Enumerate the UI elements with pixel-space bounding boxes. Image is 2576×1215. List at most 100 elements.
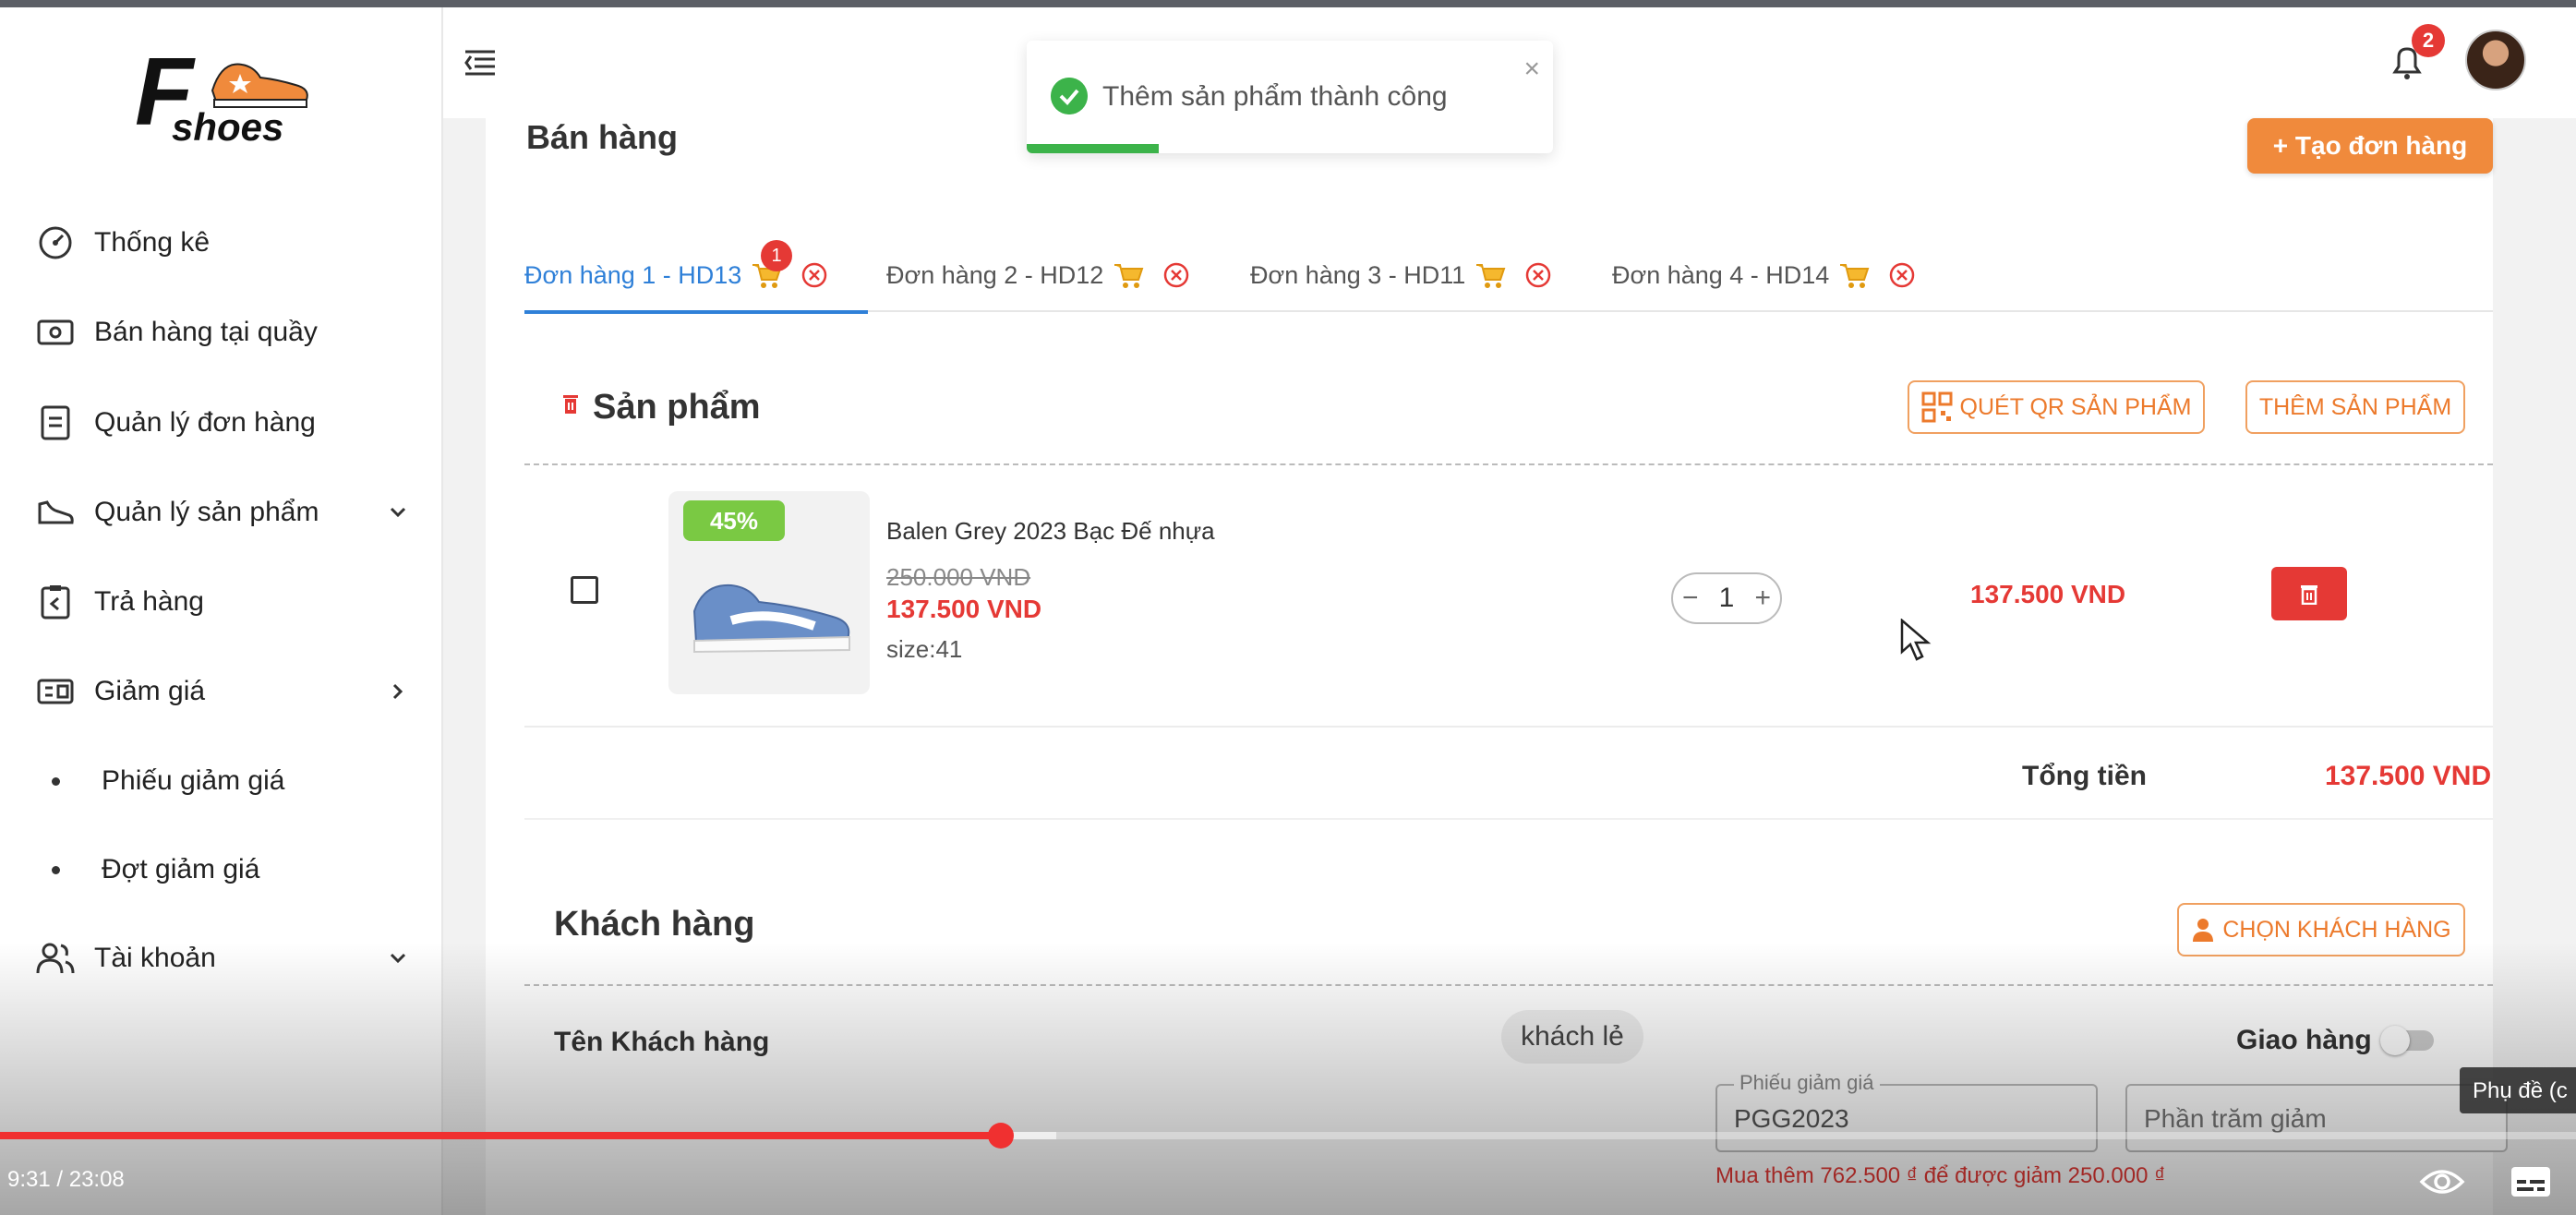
sidebar-item-label: Tài khoản: [94, 943, 216, 973]
close-tab-icon[interactable]: [1888, 261, 1916, 289]
discount-badge: 45%: [683, 500, 785, 541]
document-icon: [35, 403, 76, 443]
video-time: 9:31 / 23:08: [7, 1167, 125, 1192]
scan-qr-label: QUÉT QR SẢN PHẨM: [1959, 393, 2192, 420]
sidebar: F shoes Thống kê Bán hàng tại quầy Quản …: [0, 7, 443, 1215]
customer-section-title: Khách hàng: [554, 905, 755, 944]
order-tabs: Đơn hàng 1 - HD13 1 Đơn hàng 2 - HD12 Đơ…: [524, 238, 2493, 314]
sidebar-item-label: Phiếu giảm giá: [102, 765, 285, 796]
sidebar-item-tra-hang[interactable]: Trả hàng: [0, 570, 443, 634]
sidebar-item-tai-khoan[interactable]: Tài khoản: [0, 926, 443, 991]
product-original-price: 250.000 VND: [886, 563, 1031, 591]
close-tab-icon[interactable]: [1162, 261, 1190, 289]
user-avatar[interactable]: [2465, 30, 2526, 90]
scan-qr-button[interactable]: QUÉT QR SẢN PHẨM: [1908, 380, 2205, 434]
person-icon: [2193, 919, 2214, 942]
product-thumbnail: 45%: [668, 491, 870, 694]
voucher-field[interactable]: Phiếu giảm giá: [1715, 1071, 2098, 1152]
sidebar-item-label: Bán hàng tại quầy: [94, 317, 318, 347]
promo-hint: Mua thêm 762.500 ₫ để được giảm 250.000 …: [1715, 1163, 2166, 1188]
shoe-icon: [35, 492, 76, 533]
chevron-right-icon: [392, 683, 403, 700]
product-row: 45% Balen Grey 2023 Bạc Đế nhựa 250.000 …: [524, 469, 2493, 728]
notification-badge: 2: [2412, 24, 2445, 57]
product-size: size:41: [886, 635, 963, 663]
tab-label: Đơn hàng 3 - HD11: [1250, 260, 1466, 289]
sidebar-item-label: Trả hàng: [94, 586, 204, 617]
choose-customer-button[interactable]: CHỌN KHÁCH HÀNG: [2177, 903, 2465, 956]
section-divider: [524, 984, 2493, 986]
order-total-row: Tổng tiền 137.500 VND: [524, 728, 2493, 820]
sidebar-item-label: Quản lý đơn hàng: [94, 407, 316, 438]
add-product-label: THÊM SẢN PHẨM: [2258, 393, 2452, 420]
sidebar-item-label: Thống kê: [94, 227, 211, 258]
products-section-title: Sản phẩm: [593, 388, 761, 427]
success-toast: Thêm sản phẩm thành công ×: [1027, 41, 1553, 153]
bullet-dot: [52, 776, 60, 786]
subtitles-tooltip: Phụ đề (c: [2460, 1067, 2576, 1113]
select-product-checkbox[interactable]: [571, 576, 598, 604]
delete-product-button[interactable]: [2271, 567, 2347, 620]
tab-order-3[interactable]: Đơn hàng 3 - HD11: [1250, 238, 1552, 312]
sidebar-subitem-phieu-giam-gia[interactable]: Phiếu giảm giá: [0, 749, 443, 813]
chevron-down-icon: [390, 953, 406, 964]
total-value: 137.500 VND: [2325, 761, 2492, 791]
seek-played: [0, 1132, 1002, 1139]
chevron-down-icon: [390, 507, 406, 518]
bullet-dot: [52, 865, 60, 874]
sidebar-item-quan-ly-don-hang[interactable]: Quản lý đơn hàng: [0, 391, 443, 455]
tab-order-4[interactable]: Đơn hàng 4 - HD14: [1612, 238, 1916, 312]
choose-customer-label: CHỌN KHÁCH HÀNG: [2222, 916, 2451, 943]
product-sale-price: 137.500 VND: [886, 595, 1042, 623]
tab-order-2[interactable]: Đơn hàng 2 - HD12: [886, 238, 1190, 312]
line-total: 137.500 VND: [1970, 580, 2126, 608]
tab-order-1[interactable]: Đơn hàng 1 - HD13 1: [524, 238, 868, 314]
tab-label: Đơn hàng 1 - HD13: [524, 260, 742, 289]
shipping-toggle[interactable]: [2380, 1026, 2434, 1055]
quantity-value[interactable]: 1: [1719, 583, 1735, 614]
sidebar-item-label: Giảm giá: [94, 676, 206, 706]
sidebar-item-ban-hang-tai-quay[interactable]: Bán hàng tại quầy: [0, 300, 443, 365]
trash-icon: [2301, 585, 2317, 605]
create-order-button[interactable]: + Tạo đơn hàng: [2247, 118, 2493, 174]
trash-small-icon: [563, 395, 578, 414]
brand-logo[interactable]: F shoes: [129, 44, 332, 155]
menu-toggle-icon[interactable]: [462, 44, 499, 81]
sidebar-item-label: Đợt giảm giá: [102, 854, 260, 884]
sidebar-item-quan-ly-san-pham[interactable]: Quản lý sản phẩm: [0, 480, 443, 545]
close-tab-icon[interactable]: [800, 261, 828, 289]
window-top-strip: [0, 0, 2576, 7]
subtitles-icon[interactable]: [2510, 1165, 2552, 1198]
sales-panel: Bán hàng + Tạo đơn hàng Đơn hàng 1 - HD1…: [486, 118, 2508, 1215]
users-icon: [35, 938, 76, 979]
percent-discount-field[interactable]: [2125, 1084, 2508, 1152]
sneaker-image: [692, 583, 850, 654]
total-label: Tổng tiền: [2022, 761, 2147, 791]
toast-message: Thêm sản phẩm thành công: [1102, 81, 1448, 112]
sidebar-item-giam-gia[interactable]: Giảm giá: [0, 659, 443, 724]
eye-icon[interactable]: [2419, 1163, 2465, 1200]
cart-icon: [1476, 264, 1506, 288]
tab-label: Đơn hàng 2 - HD12: [886, 260, 1104, 289]
sidebar-item-label: Quản lý sản phẩm: [94, 497, 319, 527]
toast-progress-bar: [1027, 144, 1159, 153]
voucher-legend: Phiếu giảm giá: [1734, 1071, 1880, 1095]
toast-close-icon[interactable]: ×: [1523, 54, 1540, 85]
sidebar-item-thong-ke[interactable]: Thống kê: [0, 211, 443, 275]
add-product-button[interactable]: THÊM SẢN PHẨM: [2245, 380, 2465, 434]
logo-text: shoes: [172, 105, 284, 149]
dashboard-gauge-icon: [35, 223, 76, 263]
return-clipboard-icon: [35, 582, 76, 622]
seek-scrubber-handle[interactable]: [988, 1123, 1015, 1149]
customer-name-chip: khách lẻ: [1501, 1010, 1643, 1064]
product-name: Balen Grey 2023 Bạc Đế nhựa: [886, 517, 1215, 545]
cash-icon: [35, 312, 76, 353]
percent-discount-input[interactable]: [2144, 1102, 2476, 1136]
video-seek-bar[interactable]: [0, 1123, 2576, 1149]
voucher-input[interactable]: [1734, 1102, 2066, 1136]
section-divider: [524, 463, 2493, 465]
sidebar-subitem-dot-giam-gia[interactable]: Đợt giảm giá: [0, 837, 443, 902]
close-tab-icon[interactable]: [1524, 261, 1552, 289]
increase-quantity-button[interactable]: +: [1754, 583, 1771, 614]
decrease-quantity-button[interactable]: −: [1682, 583, 1699, 614]
